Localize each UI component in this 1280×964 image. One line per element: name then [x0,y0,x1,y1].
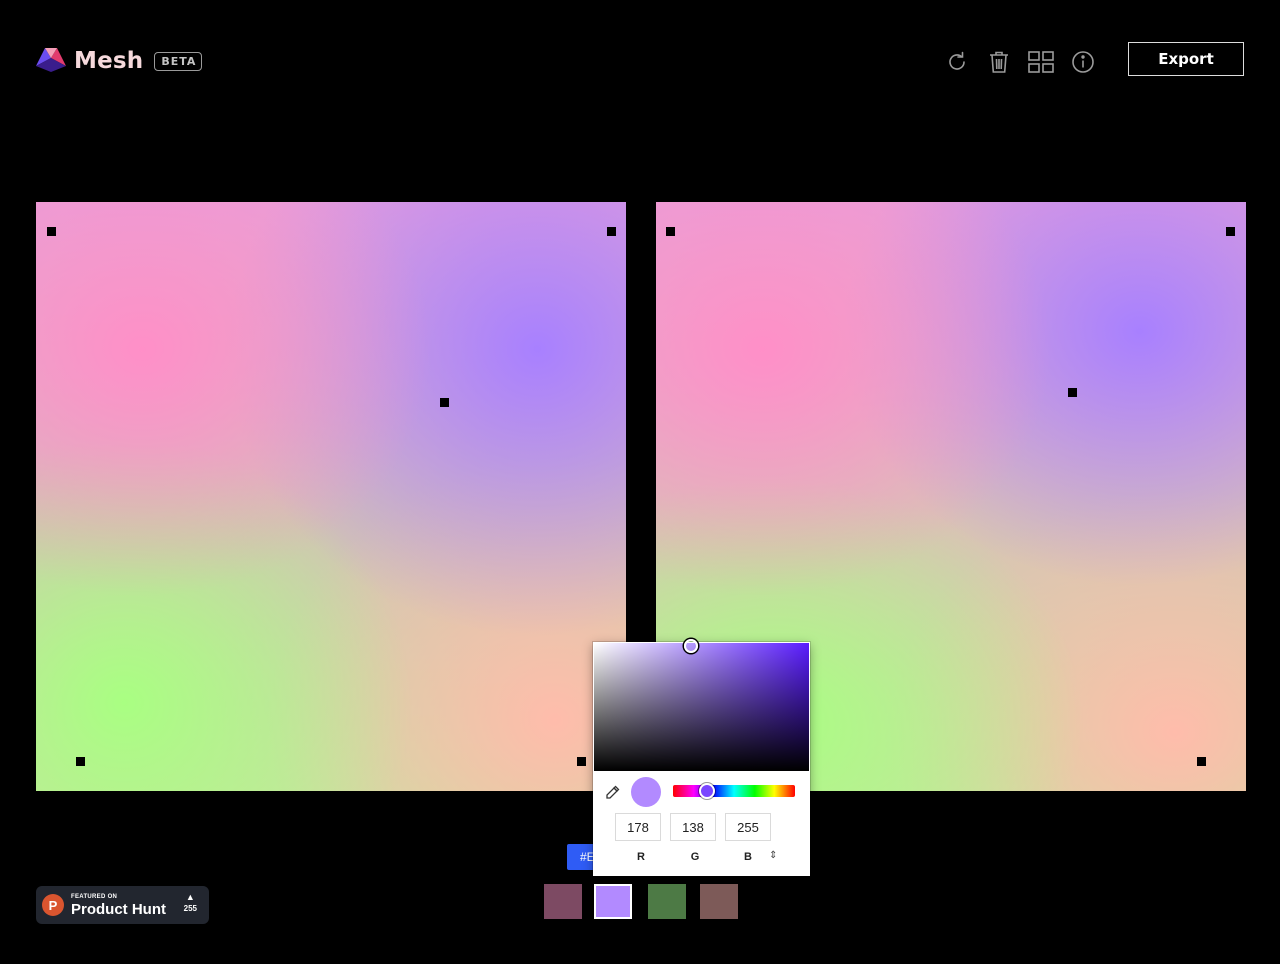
product-hunt-name: Product Hunt [71,900,166,918]
product-hunt-badge[interactable]: P FEATURED ON Product Hunt ▲ 255 [36,886,209,924]
upvote-count: ▲ 255 [184,893,197,913]
blue-input[interactable] [725,813,771,841]
control-point[interactable] [1226,227,1235,236]
refresh-icon[interactable] [943,48,971,76]
upvote-arrow-icon: ▲ [185,892,195,902]
control-point[interactable] [76,757,85,766]
eyedropper-icon[interactable] [605,784,621,800]
product-hunt-icon: P [42,894,64,916]
palette-swatch[interactable] [544,884,582,919]
vote-number: 255 [183,904,197,913]
green-input[interactable] [670,813,716,841]
hue-slider-knob[interactable] [699,783,715,799]
mesh-canvas-left[interactable] [36,202,626,791]
info-icon[interactable] [1069,48,1097,76]
blue-label: B [744,851,752,863]
grid-icon[interactable] [1027,48,1055,76]
palette-swatch[interactable] [594,884,632,919]
toolbar [943,48,1111,76]
red-label: R [637,851,645,863]
control-point[interactable] [1068,388,1077,397]
featured-on-label: FEATURED ON [71,893,118,900]
control-point[interactable] [47,227,56,236]
trash-icon[interactable] [985,48,1013,76]
palette-swatch[interactable] [700,884,738,919]
control-point[interactable] [1197,757,1206,766]
control-point[interactable] [577,757,586,766]
red-input[interactable] [615,813,661,841]
green-label: G [690,851,700,863]
color-mode-toggle[interactable]: ⇕ [769,850,777,861]
hue-slider[interactable] [673,783,795,799]
saturation-area[interactable] [594,639,809,771]
mesh-logo-icon [36,48,66,74]
control-point[interactable] [607,227,616,236]
saturation-cursor[interactable] [684,639,698,653]
color-picker: R G B ⇕ [593,639,810,876]
control-point[interactable] [666,227,675,236]
control-point[interactable] [440,398,449,407]
palette-swatch[interactable] [648,884,686,919]
app-logo[interactable]: Mesh BETA [36,48,203,74]
color-preview [631,777,661,807]
export-button[interactable]: Export [1128,42,1244,76]
app-name: Mesh [74,48,144,74]
beta-badge: BETA [154,51,203,71]
